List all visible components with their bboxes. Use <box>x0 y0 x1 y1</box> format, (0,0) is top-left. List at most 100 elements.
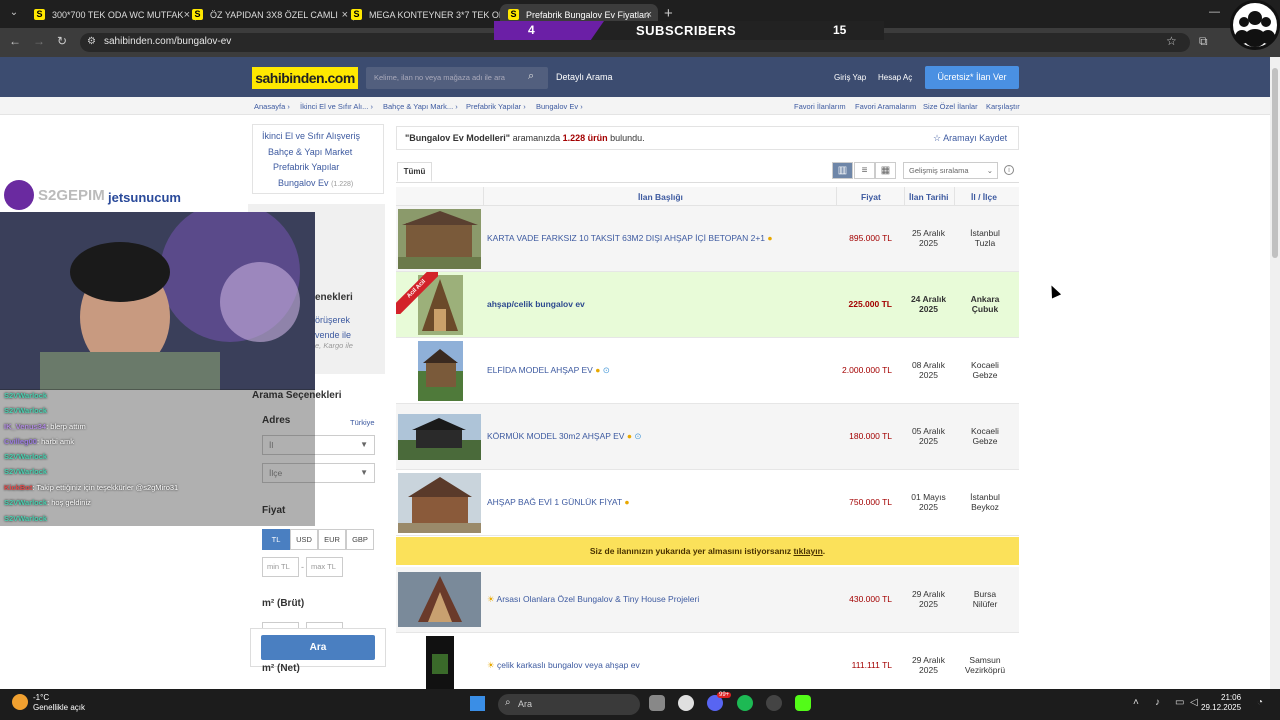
listing-price: 2.000.000 TL <box>842 365 892 375</box>
notification-badge: 99+ <box>717 692 732 698</box>
listing-title-link[interactable]: KARTA VADE FARKSIZ 10 TAKSİT 63M2 DIŞI A… <box>487 233 773 243</box>
grid-view-icon[interactable]: ▦ <box>875 162 896 179</box>
category-link[interactable]: Prefabrik Yapılar <box>273 162 339 172</box>
listing-thumbnail[interactable] <box>418 341 463 401</box>
volume-icon[interactable]: ◁ <box>1190 697 1198 708</box>
listing-thumbnail[interactable] <box>398 414 481 460</box>
option-partial[interactable]: örüşerek <box>315 315 350 325</box>
taskbar-search[interactable]: Ara <box>498 694 640 715</box>
detailed-search-link[interactable]: Detaylı Arama <box>556 72 613 82</box>
special-listings-link[interactable]: Size Özel İlanlar <box>923 102 978 111</box>
kick-icon[interactable] <box>795 695 811 711</box>
breadcrumb-item[interactable]: Anasayfa › <box>254 102 290 111</box>
register-link[interactable]: Hesap Aç <box>878 73 912 82</box>
currency-gbp[interactable]: GBP <box>346 529 374 550</box>
listing-title-link[interactable]: ahşap/celik bungalov ev <box>487 299 585 309</box>
listing-title-link[interactable]: ELFİDA MODEL AHŞAP EV ● ⊙ <box>487 365 610 376</box>
extensions-icon[interactable]: ⧉ <box>1199 34 1208 49</box>
search-button[interactable]: Ara <box>261 635 375 660</box>
listing-title-link[interactable]: KÖRMÜK MODEL 30m2 AHŞAP EV ● ⊙ <box>487 431 641 442</box>
category-link[interactable]: İkinci El ve Sıfır Alışveriş <box>262 131 360 141</box>
listing-title-link[interactable]: ☀ Arsası Olanlara Özel Bungalov & Tiny H… <box>487 594 699 605</box>
column-title[interactable]: İlan Başlığı <box>638 192 683 202</box>
column-price[interactable]: Fiyat <box>861 192 881 202</box>
task-view-icon[interactable] <box>649 695 665 711</box>
listing-price: 750.000 TL <box>849 497 892 507</box>
breadcrumb-item[interactable]: Bungalov Ev › <box>536 102 583 111</box>
listing-date: 01 Mayıs 2025 <box>911 492 946 512</box>
taskbar-clock[interactable]: 21:06 29.12.2025 <box>1201 693 1241 713</box>
microphone-icon[interactable]: ♪ <box>1155 697 1160 708</box>
list-view-icon[interactable]: ▥ <box>832 162 853 179</box>
currency-usd[interactable]: USD <box>290 529 318 550</box>
table-row[interactable]: KÖRMÜK MODEL 30m2 AHŞAP EV ● ⊙ 180.000 T… <box>396 404 1019 470</box>
scrollbar-thumb[interactable] <box>1272 68 1278 258</box>
forward-icon[interactable]: → <box>33 34 45 48</box>
listing-thumbnail[interactable] <box>398 473 481 533</box>
favorite-searches-link[interactable]: Favori Aramalarım <box>855 102 916 111</box>
option-partial[interactable]: vende ile <box>315 330 351 340</box>
sort-select[interactable]: Gelişmiş sıralama ⌄ <box>903 162 998 179</box>
min-price-input[interactable]: min TL <box>262 557 299 577</box>
listing-location: Kocaeli Gebze <box>971 426 999 446</box>
listing-thumbnail[interactable] <box>398 572 481 627</box>
obs-icon[interactable] <box>766 695 782 711</box>
table-row[interactable]: ELFİDA MODEL AHŞAP EV ● ⊙ 2.000.000 TL 0… <box>396 338 1019 404</box>
windows-start-icon[interactable] <box>470 696 485 711</box>
country-link[interactable]: Türkiye <box>350 418 375 427</box>
max-price-input[interactable]: max TL <box>306 557 343 577</box>
column-location[interactable]: İl / İlçe <box>971 192 997 202</box>
reload-icon[interactable]: ↻ <box>57 34 67 48</box>
save-search-link[interactable]: ☆ Aramayı Kaydet <box>933 133 1007 144</box>
promo-banner: Siz de ilanınızın yukarıda yer almasını … <box>396 537 1019 565</box>
listing-title-link[interactable]: ☀ çelik karkaslı bungalov veya ahşap ev <box>487 660 640 671</box>
notifications-icon[interactable]: ◔ <box>1257 697 1263 708</box>
back-icon[interactable]: ← <box>9 34 21 48</box>
browser-tab[interactable]: SMEGA KONTEYNER 3*7 TEK OD× <box>343 4 513 26</box>
compact-view-icon[interactable]: ≡ <box>854 162 875 179</box>
breadcrumb-item[interactable]: İkinci El ve Sıfır Alı... › <box>300 102 373 111</box>
compare-link[interactable]: Karşılaştır <box>986 102 1020 111</box>
category-link-current[interactable]: Bungalov Ev (1.228) <box>278 178 353 188</box>
site-info-icon[interactable]: ⚙ <box>87 36 96 47</box>
streamer-logo-icon <box>4 180 34 210</box>
category-link[interactable]: Bahçe & Yapı Market <box>268 147 352 157</box>
currency-tl[interactable]: TL <box>262 529 290 550</box>
listing-thumbnail[interactable] <box>426 636 454 696</box>
column-date[interactable]: İlan Tarihi <box>909 192 949 202</box>
video-icon: ⊙ <box>634 431 642 441</box>
favorite-listings-link[interactable]: Favori İlanlarım <box>794 102 846 111</box>
bookmark-star-icon[interactable]: ☆ <box>1166 34 1177 48</box>
tab-search-icon[interactable]: ⌄ <box>6 7 22 22</box>
subscriber-label: SUBSCRIBERS <box>636 23 737 38</box>
info-icon[interactable]: i <box>1004 165 1014 175</box>
weather-widget[interactable]: -1°C Genellikle açık <box>33 693 85 713</box>
site-logo[interactable]: sahibinden.com <box>252 67 358 89</box>
brand-logo: S2GEPIM <box>38 187 105 204</box>
listing-thumbnail[interactable] <box>398 209 481 269</box>
table-row[interactable]: KARTA VADE FARKSIZ 10 TAKSİT 63M2 DIŞI A… <box>396 206 1019 272</box>
post-ad-button[interactable]: Ücretsiz* İlan Ver <box>925 66 1019 89</box>
favicon-icon: S <box>351 9 362 20</box>
breadcrumb-item[interactable]: Bahçe & Yapı Mark... › <box>383 102 458 111</box>
table-row[interactable]: Acil Acil ahşap/celik bungalov ev 225.00… <box>396 272 1019 338</box>
listing-title-link[interactable]: AHŞAP BAĞ EVİ 1 GÜNLÜK FİYAT ● <box>487 497 629 507</box>
url-text[interactable]: sahibinden.com/bungalov-ev <box>104 36 231 47</box>
table-row[interactable]: ☀ Arsası Olanlara Özel Bungalov & Tiny H… <box>396 567 1019 633</box>
browser-tab[interactable]: S ÖZ YAPIDAN 3X8 ÖZEL CAMLI × <box>184 4 354 26</box>
chrome-icon[interactable] <box>678 695 694 711</box>
search-icon[interactable]: ⌕ <box>528 70 534 83</box>
promo-link[interactable]: tıklayın <box>793 546 822 556</box>
login-link[interactable]: Giriş Yap <box>834 73 866 82</box>
browser-tab[interactable]: S 300*700 TEK ODA WC MUTFAK × <box>26 4 196 26</box>
spotify-icon[interactable] <box>737 695 753 711</box>
tab-all[interactable]: Tümü <box>397 162 432 182</box>
weather-icon[interactable] <box>12 694 28 710</box>
table-row[interactable]: AHŞAP BAĞ EVİ 1 GÜNLÜK FİYAT ● 750.000 T… <box>396 470 1019 536</box>
chevron-up-icon[interactable]: ˄ <box>1133 697 1139 708</box>
new-tab-icon[interactable]: + <box>664 5 673 22</box>
network-icon[interactable]: ▭ <box>1175 697 1184 708</box>
minimize-icon[interactable]: — <box>1209 6 1220 18</box>
currency-eur[interactable]: EUR <box>318 529 346 550</box>
breadcrumb-item[interactable]: Prefabrik Yapılar › <box>466 102 526 111</box>
